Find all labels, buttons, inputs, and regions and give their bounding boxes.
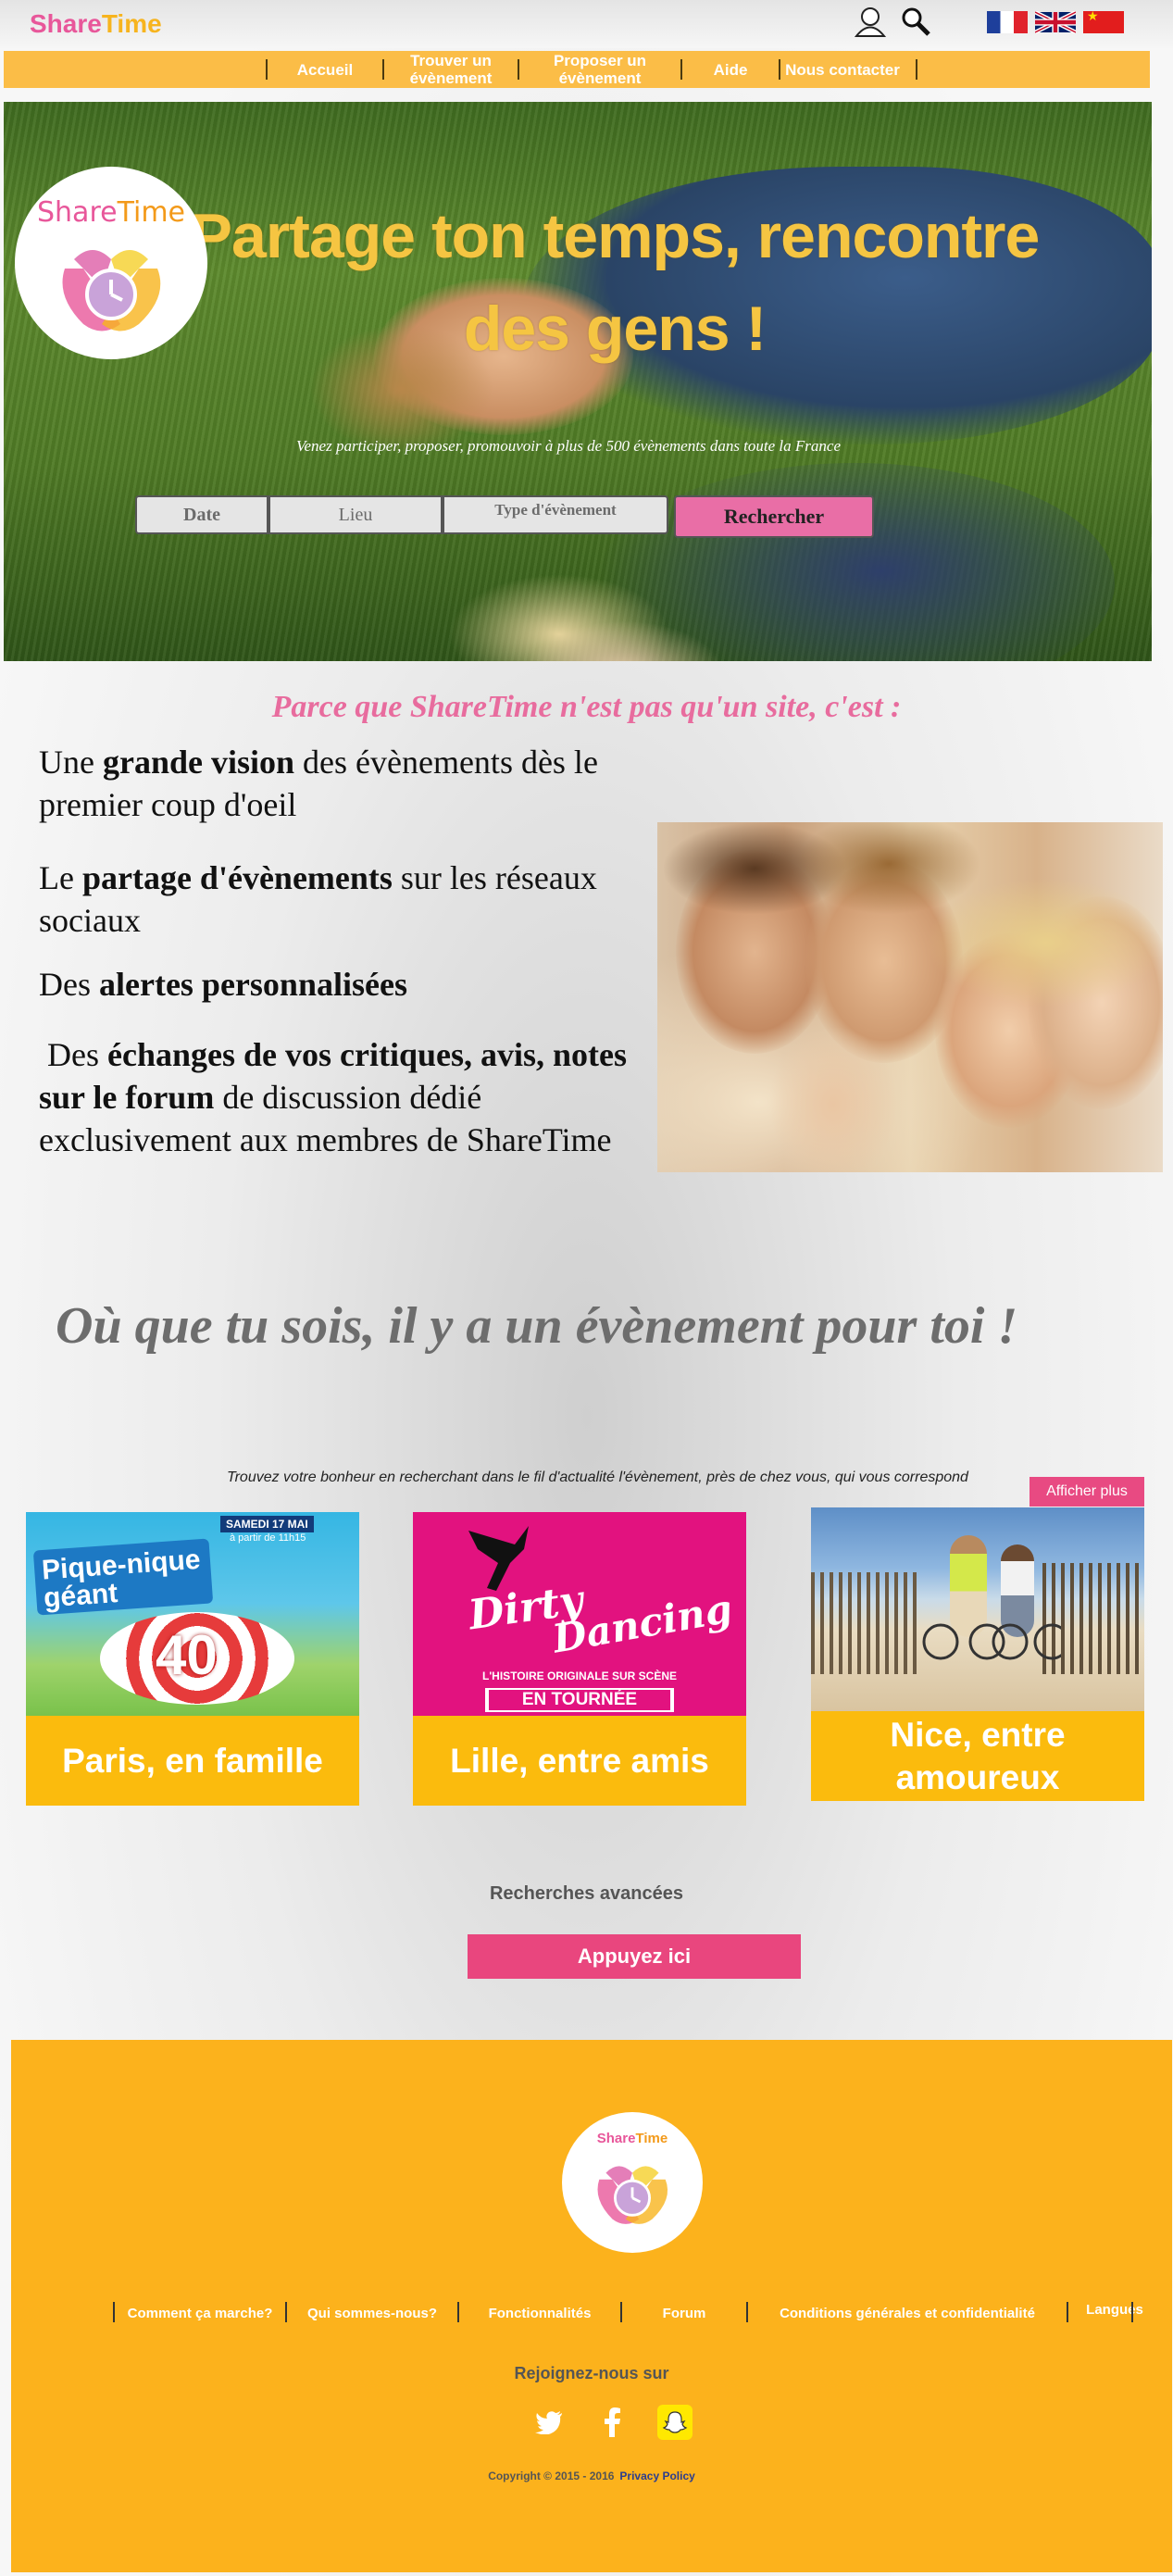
feature-highlight: alertes personnalisées bbox=[99, 966, 407, 1003]
twitter-icon[interactable] bbox=[531, 2405, 567, 2440]
friends-photo bbox=[657, 822, 1163, 1172]
event-card-nice[interactable]: Nice, entre amoureux bbox=[811, 1507, 1144, 1801]
poster-subtitle: L'HISTOIRE ORIGINALE SUR SCÈNE bbox=[482, 1669, 677, 1682]
poster-time: à partir de 11h15 bbox=[230, 1532, 306, 1544]
footer-separator bbox=[1067, 2302, 1068, 2322]
footer-separator bbox=[113, 2302, 115, 2322]
photo-hair bbox=[926, 878, 1163, 1007]
privacy-policy-link[interactable]: Privacy Policy bbox=[619, 2470, 694, 2482]
account-icons bbox=[854, 6, 931, 37]
nav-separator bbox=[266, 59, 268, 80]
footer: ShareTime Comment ça marche? Qui sommes-… bbox=[11, 2040, 1172, 2572]
feature-item-forum: Des échanges de vos critiques, avis, not… bbox=[39, 1033, 641, 1161]
photo-fence bbox=[811, 1572, 922, 1674]
nav-item-contact[interactable]: Nous contacter bbox=[782, 51, 903, 88]
search-bar: Date Lieu Type d'évènement Rechercher bbox=[135, 495, 874, 538]
copyright-text: Copyright © 2015 - 2016 bbox=[488, 2470, 615, 2482]
join-us-label: Rejoignez-nous sur bbox=[514, 2364, 669, 2382]
advanced-search-title: Recherches avancées bbox=[489, 1883, 684, 1904]
event-card-paris[interactable]: Pique-nique géant SAMEDI 17 MAI à partir… bbox=[26, 1512, 359, 1806]
poster-banner: EN TOURNÉE bbox=[489, 1690, 670, 1710]
feature-highlight: partage d'évènements bbox=[81, 859, 393, 896]
feature-text: Des bbox=[39, 966, 99, 1003]
events-intro: Trouvez votre bonheur en recherchant dan… bbox=[227, 1469, 968, 1485]
bicycle-icon bbox=[922, 1623, 1061, 1660]
nav-separator bbox=[382, 59, 384, 80]
hero-logo-share: Share bbox=[37, 196, 118, 229]
language-selector bbox=[987, 11, 1124, 33]
show-more-button[interactable]: Afficher plus bbox=[1029, 1477, 1144, 1507]
event-caption: Lille, entre amis bbox=[413, 1716, 746, 1806]
footer-link-forum[interactable]: Forum bbox=[624, 2302, 744, 2324]
footer-separator bbox=[1131, 2302, 1133, 2322]
feature-item-vision: Une grande vision des évènements dès le … bbox=[39, 741, 641, 826]
event-caption: Paris, en famille bbox=[26, 1716, 359, 1806]
poster-date: SAMEDI 17 MAI bbox=[220, 1516, 314, 1532]
event-poster-picnic: Pique-nique géant SAMEDI 17 MAI à partir… bbox=[26, 1512, 359, 1716]
logo-time-text: Time bbox=[101, 9, 162, 38]
footer-link-terms[interactable]: Conditions générales et confidentialité bbox=[750, 2302, 1065, 2324]
clock-hands-icon bbox=[62, 250, 161, 331]
event-photo-beach bbox=[811, 1507, 1144, 1711]
feature-highlight: grande vision bbox=[102, 744, 295, 781]
slogan: Où que tu sois, il y a un évènement pour… bbox=[56, 1297, 1018, 1355]
copyright: Copyright © 2015 - 2016 Privacy Policy bbox=[11, 2470, 1172, 2482]
event-card-lille[interactable]: Dirty Dancing L'HISTOIRE ORIGINALE SUR S… bbox=[413, 1512, 746, 1806]
nav-item-aide[interactable]: Aide bbox=[684, 51, 777, 88]
nav-separator bbox=[518, 59, 519, 80]
hero-banner: Partage ton temps, rencontre des gens ! … bbox=[4, 102, 1152, 661]
poster-number: 40 bbox=[156, 1624, 218, 1686]
nav-separator bbox=[680, 59, 682, 80]
footer-logo-time: Time bbox=[635, 2131, 668, 2146]
clock-hands-icon bbox=[597, 2166, 668, 2224]
advanced-search-button[interactable]: Appuyez ici bbox=[468, 1934, 801, 1979]
nav-item-accueil[interactable]: Accueil bbox=[269, 51, 381, 88]
main-navigation: Accueil Trouver un évènement Proposer un… bbox=[4, 51, 1150, 88]
feature-text: Le bbox=[39, 859, 82, 896]
hero-logo-time: Time bbox=[117, 196, 185, 229]
footer-separator bbox=[457, 2302, 459, 2322]
nav-item-proposer[interactable]: Proposer un évènement bbox=[521, 51, 679, 88]
snapchat-icon[interactable] bbox=[657, 2405, 693, 2440]
hero-title: Partage ton temps, rencontre des gens ! bbox=[190, 201, 1041, 364]
footer-logo-share: Share bbox=[596, 2131, 636, 2146]
facebook-icon[interactable] bbox=[594, 2405, 630, 2440]
nav-separator bbox=[916, 59, 917, 80]
footer-separator bbox=[620, 2302, 622, 2322]
footer-link-languages[interactable]: Langues bbox=[1070, 2298, 1159, 2320]
footer-link-features[interactable]: Fonctionnalités bbox=[461, 2302, 618, 2324]
place-field[interactable]: Lieu bbox=[268, 495, 443, 534]
footer-separator bbox=[746, 2302, 748, 2322]
feature-item-alerts: Des alertes personnalisées bbox=[39, 963, 641, 1006]
search-button[interactable]: Rechercher bbox=[674, 495, 874, 538]
fr-flag-icon[interactable] bbox=[987, 11, 1028, 33]
feature-item-sharing: Le partage d'évènements sur les réseaux … bbox=[39, 857, 641, 942]
footer-link-about[interactable]: Qui sommes-nous? bbox=[289, 2302, 455, 2324]
event-poster-dirty-dancing: Dirty Dancing L'HISTOIRE ORIGINALE SUR S… bbox=[413, 1512, 746, 1716]
nav-separator bbox=[779, 59, 780, 80]
user-icon[interactable] bbox=[854, 6, 887, 37]
nav-item-trouver[interactable]: Trouver un évènement bbox=[386, 51, 516, 88]
footer-link-how[interactable]: Comment ça marche? bbox=[117, 2302, 283, 2324]
footer-logo[interactable]: ShareTime bbox=[562, 2112, 703, 2253]
feature-text: Une bbox=[39, 744, 103, 781]
search-icon[interactable] bbox=[900, 6, 931, 37]
footer-logo-text: ShareTime bbox=[562, 2131, 703, 2146]
cn-flag-icon[interactable] bbox=[1083, 11, 1124, 33]
footer-separator bbox=[285, 2302, 287, 2322]
site-logo[interactable]: ShareTime bbox=[30, 9, 162, 39]
hero-logo-text: ShareTime bbox=[15, 196, 207, 229]
hero-logo: ShareTime bbox=[15, 167, 207, 359]
date-field[interactable]: Date bbox=[135, 495, 268, 534]
social-links bbox=[531, 2405, 693, 2440]
features-title: Parce que ShareTime n'est pas qu'un site… bbox=[271, 690, 902, 724]
photo-thumb bbox=[768, 1026, 898, 1172]
hero-subtitle: Venez participer, proposer, promouvoir à… bbox=[296, 437, 841, 455]
top-bar: ShareTime bbox=[0, 0, 1173, 48]
event-caption: Nice, entre amoureux bbox=[811, 1711, 1144, 1801]
uk-flag-icon[interactable] bbox=[1035, 11, 1076, 33]
logo-share-text: Share bbox=[30, 9, 102, 38]
event-type-field[interactable]: Type d'évènement bbox=[443, 495, 668, 534]
feature-text: Des bbox=[39, 1036, 107, 1073]
